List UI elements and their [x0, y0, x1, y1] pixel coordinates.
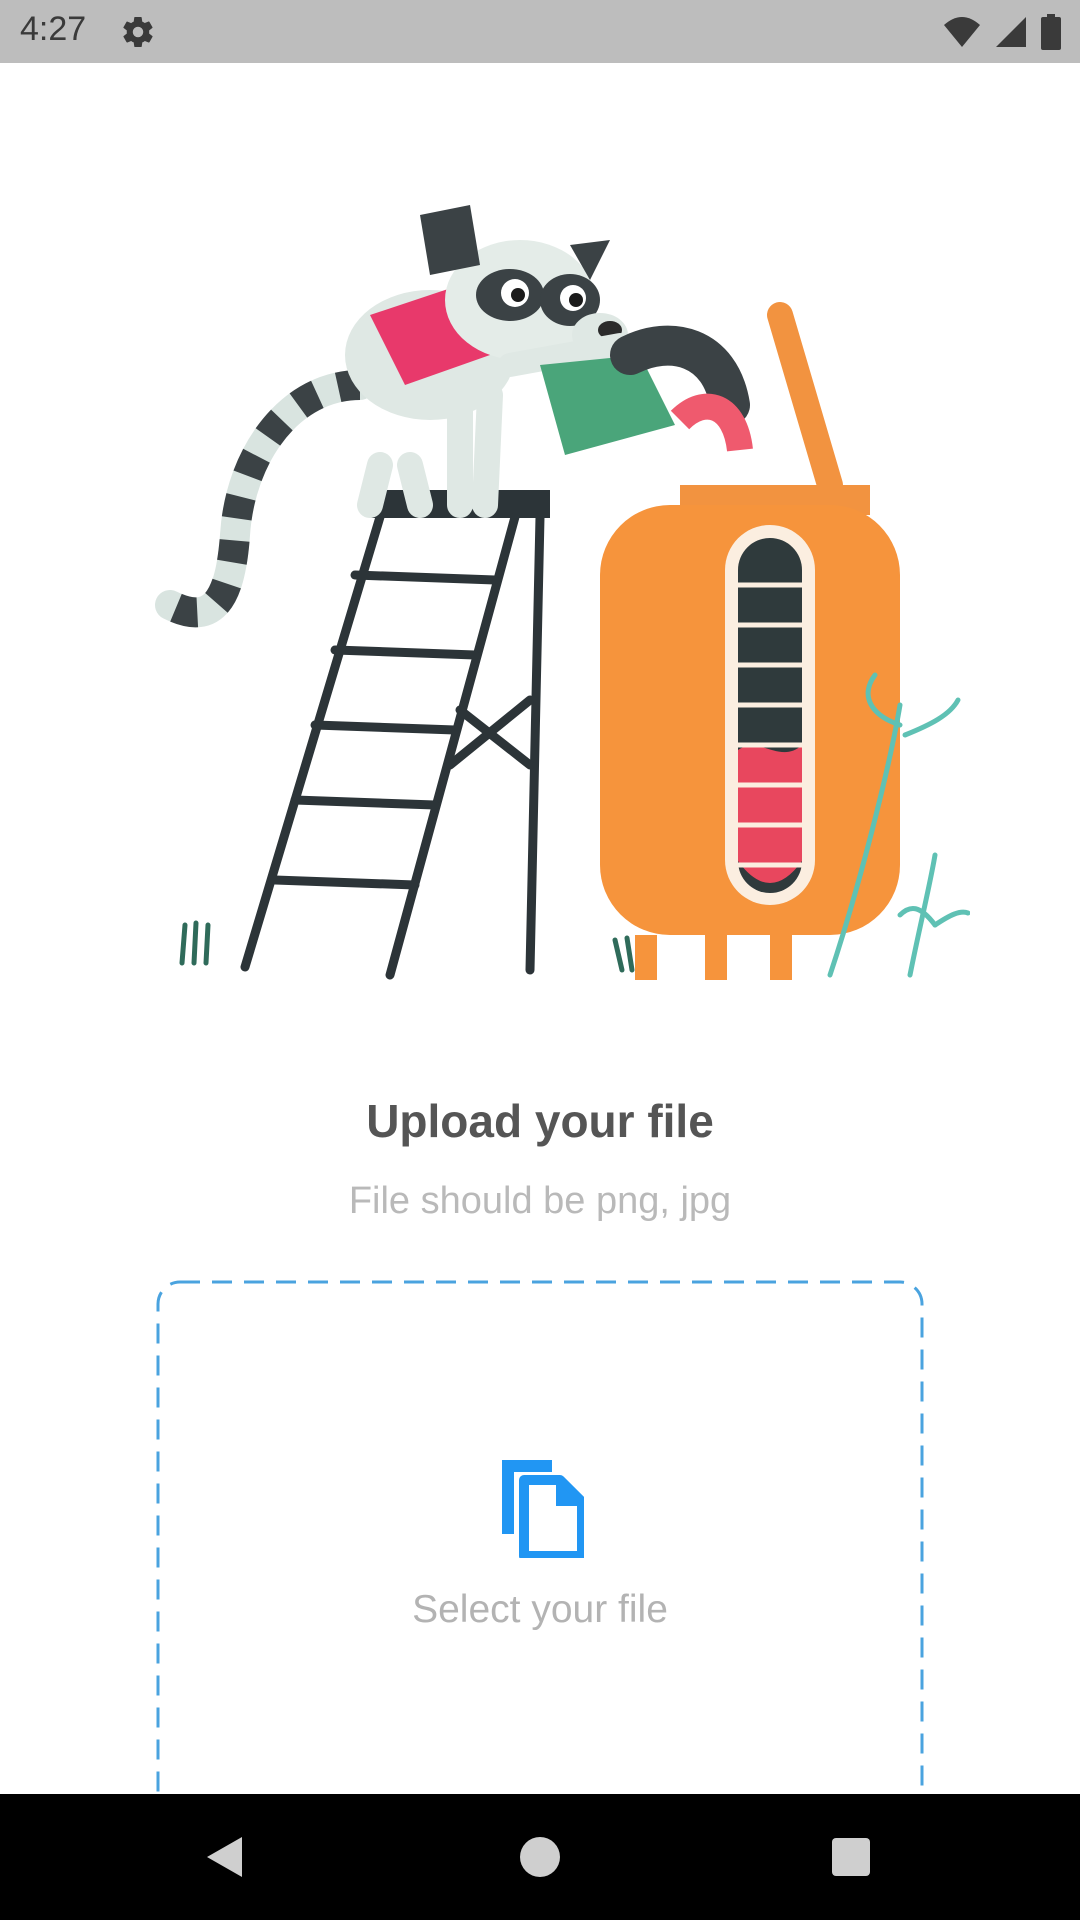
status-time: 4:27 [20, 10, 87, 48]
recents-icon[interactable] [826, 1832, 876, 1882]
file-copy-icon [502, 1460, 584, 1558]
select-file-label: Select your file [412, 1588, 668, 1631]
gear-icon [123, 17, 153, 48]
grass-middle [612, 935, 635, 973]
status-bar: 4:27 [0, 0, 1080, 63]
file-bag [540, 325, 753, 455]
page-subtitle: File should be png, jpg [348, 1180, 732, 1222]
grass-left [179, 920, 211, 966]
battery-icon [1041, 14, 1061, 50]
lemur [345, 205, 632, 518]
home-icon[interactable] [515, 1832, 565, 1882]
back-icon[interactable] [202, 1832, 252, 1882]
page-title: Upload your file [366, 1095, 714, 1147]
lemur-upload-illustration [155, 205, 970, 980]
ladder [240, 490, 550, 980]
navigation-bar [0, 1794, 1080, 1920]
signal-icon [996, 17, 1026, 47]
wifi-icon [944, 17, 980, 47]
lemur-tail [163, 370, 361, 628]
